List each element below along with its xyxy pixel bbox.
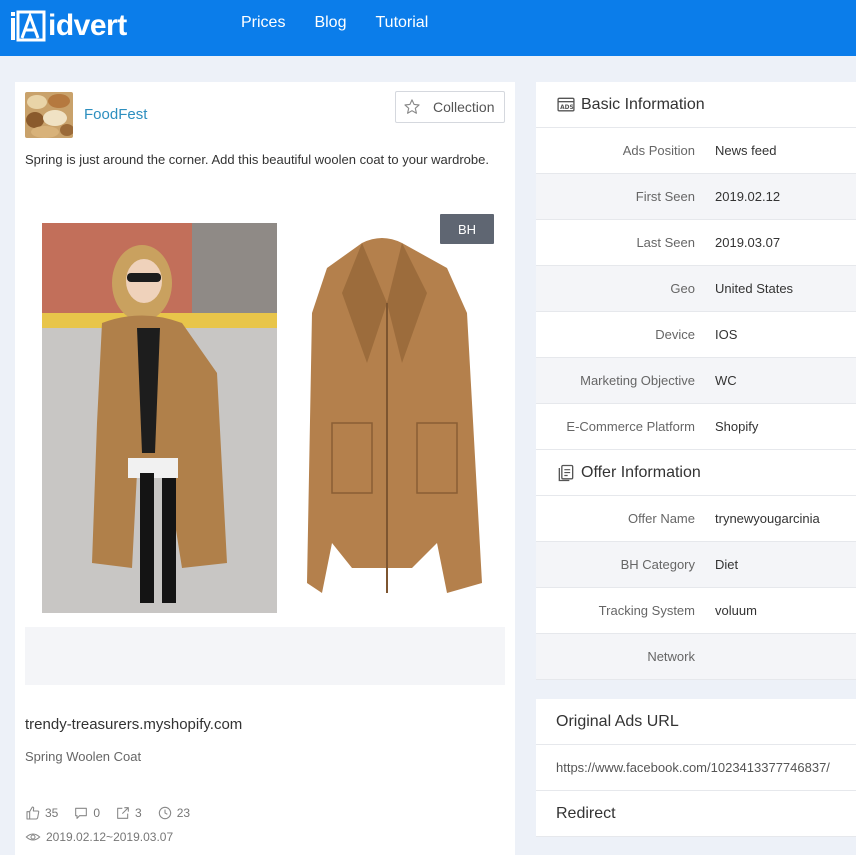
info-row-device: Device IOS [536, 312, 856, 358]
info-label: Offer Name [628, 511, 695, 526]
nav-blog[interactable]: Blog [314, 14, 346, 32]
likes-count: 35 [45, 806, 59, 820]
share-icon [117, 807, 129, 819]
info-value: News feed [715, 143, 777, 158]
shares-stat: 3 [115, 805, 142, 821]
info-row-tracking-system: Tracking System voluum [536, 588, 856, 634]
info-value: voluum [715, 603, 757, 618]
info-value: United States [715, 281, 794, 296]
main-nav: Prices Blog Tutorial [241, 14, 457, 32]
comments-count: 0 [93, 806, 101, 820]
likes-stat: 35 [25, 805, 58, 821]
original-url-link[interactable]: https://www.facebook.com/102341337774683… [536, 745, 856, 791]
info-row-geo: Geo United States [536, 266, 856, 312]
brand-name: idvert [48, 9, 127, 42]
info-label: Geo [670, 281, 695, 296]
bh-badge: BH [440, 214, 494, 244]
info-label: Ads Position [622, 143, 695, 158]
info-row-bh-category: BH Category Diet [536, 542, 856, 588]
ad-copy-text: Spring is just around the corner. Add th… [25, 152, 489, 167]
comment-icon [75, 807, 88, 819]
ad-product-title: Spring Woolen Coat [25, 749, 142, 764]
url-panel: Original Ads URL https://www.facebook.co… [536, 699, 856, 837]
info-row-offer-name: Offer Name trynewyougarcinia [536, 496, 856, 542]
info-label: Tracking System [598, 603, 695, 618]
info-panel: ADS Basic Information Ads Position News f… [536, 82, 856, 680]
comments-stat: 0 [73, 805, 100, 821]
info-label: Last Seen [636, 235, 695, 250]
ad-card: FoodFest Collection Spring is just aroun… [15, 82, 515, 855]
info-value: WC [715, 373, 737, 388]
info-value: trynewyougarcinia [715, 511, 820, 526]
engagement-stats: 35 0 3 23 [25, 805, 205, 821]
info-label: Device [655, 327, 695, 342]
advertiser-avatar[interactable] [25, 92, 73, 138]
duration-days: 23 [176, 806, 191, 820]
ad-media-footer [25, 627, 505, 685]
document-icon [558, 464, 574, 481]
nav-prices[interactable]: Prices [241, 14, 285, 32]
nav-tutorial[interactable]: Tutorial [375, 14, 428, 32]
original-url-title: Original Ads URL [536, 699, 856, 745]
info-value: Diet [715, 557, 739, 572]
basic-info-title: Basic Information [581, 95, 705, 113]
info-label: BH Category [620, 557, 695, 572]
info-value: 2019.03.07 [715, 235, 781, 250]
idvert-logo-icon [11, 10, 46, 42]
offer-info-header: Offer Information [536, 450, 856, 496]
brand-logo[interactable]: idvert [10, 6, 127, 46]
svg-text:ADS: ADS [560, 104, 574, 110]
clock-icon [158, 806, 171, 820]
info-label: Marketing Objective [580, 373, 695, 388]
info-value: 2019.02.12 [715, 189, 781, 204]
food-avatar-image [25, 92, 73, 138]
info-row-ecommerce-platform: E-Commerce Platform Shopify [536, 404, 856, 450]
info-label: First Seen [635, 189, 695, 204]
info-row-network: Network [536, 634, 856, 680]
collection-label: Collection [433, 99, 495, 115]
collection-button[interactable]: Collection [395, 91, 505, 123]
shares-count: 3 [135, 806, 142, 820]
info-label: E-Commerce Platform [566, 419, 695, 434]
offer-info-title: Offer Information [581, 463, 701, 481]
info-row-ads-position: Ads Position News feed [536, 128, 856, 174]
info-row-marketing-objective: Marketing Objective WC [536, 358, 856, 404]
info-label: Network [647, 649, 695, 664]
duration-stat: 23 [157, 805, 190, 821]
advertiser-name[interactable]: FoodFest [84, 106, 147, 123]
thumbs-up-icon [26, 806, 40, 820]
ad-domain[interactable]: trendy-treasurers.myshopify.com [25, 716, 242, 733]
date-range-text: 2019.02.12~2019.03.07 [46, 830, 174, 844]
ad-creative-image[interactable] [42, 223, 486, 615]
eye-icon [25, 833, 41, 841]
seen-date-range: 2019.02.12~2019.03.07 [25, 829, 173, 845]
redirect-title: Redirect [536, 791, 856, 837]
basic-info-header: ADS Basic Information [536, 82, 856, 128]
ads-icon: ADS [557, 97, 575, 111]
top-header: idvert Prices Blog Tutorial [0, 0, 856, 56]
info-row-first-seen: First Seen 2019.02.12 [536, 174, 856, 220]
star-icon [404, 99, 420, 114]
info-value: IOS [715, 327, 738, 342]
info-row-last-seen: Last Seen 2019.03.07 [536, 220, 856, 266]
info-value: Shopify [715, 419, 759, 434]
